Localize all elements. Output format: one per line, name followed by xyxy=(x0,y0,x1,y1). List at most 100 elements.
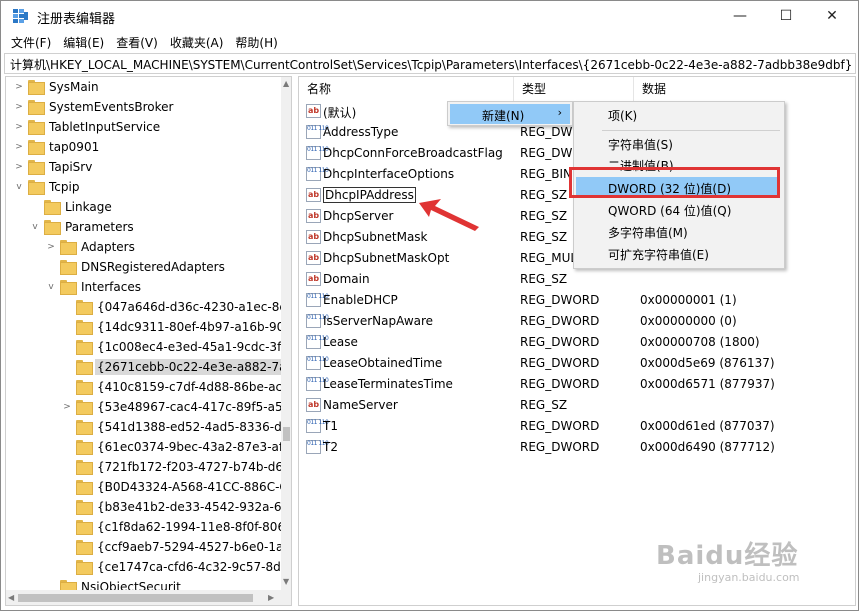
submenu-key[interactable]: 项(K) xyxy=(608,107,637,124)
tree-node[interactable]: v Interfaces xyxy=(6,277,281,297)
chevron-right-icon[interactable]: > xyxy=(14,142,24,152)
tree-node[interactable]: > SystemEventsBroker xyxy=(6,97,281,117)
tree-node[interactable]: {721fb172-f203-4727-b74b-d60 xyxy=(6,457,291,477)
tree-node[interactable]: > tap0901 xyxy=(6,137,281,157)
tree-node[interactable]: {61ec0374-9bec-43a2-87e3-afa xyxy=(6,437,290,457)
folder-icon xyxy=(28,160,45,175)
tree-node-label: TabletInputService xyxy=(49,120,161,134)
folder-icon xyxy=(76,360,93,375)
tree-node[interactable]: {2671cebb-0c22-4e3e-a882-7ad xyxy=(6,357,291,377)
folder-icon xyxy=(76,460,93,475)
string-icon: ab xyxy=(306,104,321,118)
chevron-down-icon[interactable]: v xyxy=(46,282,56,292)
tree-horizontal-scrollbar[interactable]: ◀ ▶ xyxy=(6,590,291,605)
value-row[interactable]: 011 110 Lease REG_DWORD 0x00000708 (1800) xyxy=(299,332,855,353)
tree-node[interactable]: {14dc9311-80ef-4b97-a16b-908 xyxy=(6,317,291,337)
scroll-up-icon[interactable]: ▲ xyxy=(283,79,289,88)
chevron-right-icon[interactable]: > xyxy=(14,122,24,132)
chevron-right-icon[interactable]: > xyxy=(62,402,72,412)
tree-node[interactable]: {c1f8da62-1994-11e8-8f0f-806 xyxy=(6,517,285,537)
value-row[interactable]: 011 110 T1 REG_DWORD 0x000d61ed (877037) xyxy=(299,416,855,437)
tree-node[interactable]: v Tcpip xyxy=(6,177,281,197)
chevron-down-icon[interactable]: v xyxy=(14,182,24,192)
tree-node[interactable]: > {53e48967-cac4-417c-89f5-a56 xyxy=(6,397,290,417)
scroll-right-icon[interactable]: ▶ xyxy=(268,593,274,602)
folder-icon xyxy=(44,220,61,235)
value-row[interactable]: 011 110 T2 REG_DWORD 0x000d6490 (877712) xyxy=(299,437,855,458)
tree-node[interactable]: {B0D43324-A568-41CC-886C-C xyxy=(6,477,288,497)
folder-icon xyxy=(28,140,45,155)
tree-node[interactable]: > SysMain xyxy=(6,77,281,97)
value-name: EnableDHCP xyxy=(323,293,398,307)
chevron-right-icon[interactable]: > xyxy=(14,162,24,172)
tree-node-label: {ce1747ca-cfd6-4c32-9c57-8d6 xyxy=(97,560,289,574)
tree-vscroll-thumb[interactable] xyxy=(283,427,290,441)
value-name: DhcpIPAddress xyxy=(323,187,416,203)
menu-view[interactable]: 查看(V) xyxy=(110,34,164,51)
submenu-qword-value[interactable]: QWORD (64 位)值(Q) xyxy=(608,202,731,219)
tree-node-label: {61ec0374-9bec-43a2-87e3-afa xyxy=(97,440,291,454)
tree-node-label: {1c008ec4-e3ed-45a1-9cdc-3fc xyxy=(97,340,288,354)
folder-icon xyxy=(76,440,93,455)
tree-node[interactable]: {410c8159-c7df-4d88-86be-ac2 xyxy=(6,377,290,397)
scroll-down-icon[interactable]: ▼ xyxy=(283,577,289,586)
value-name: IsServerNapAware xyxy=(323,314,434,328)
value-type: REG_SZ xyxy=(520,188,568,202)
value-name: T1 xyxy=(323,419,338,433)
tree-node[interactable]: > TabletInputService xyxy=(6,117,281,137)
menu-help[interactable]: 帮助(H) xyxy=(229,34,283,51)
value-type: REG_DWORD xyxy=(520,314,600,328)
tree-hscroll-thumb[interactable] xyxy=(18,594,253,602)
tree-node[interactable]: > Adapters xyxy=(6,237,281,257)
folder-icon xyxy=(28,80,45,95)
tree-node[interactable]: {ce1747ca-cfd6-4c32-9c57-8d6 xyxy=(6,557,288,577)
chevron-right-icon[interactable]: > xyxy=(14,102,24,112)
chevron-down-icon[interactable]: v xyxy=(30,222,40,232)
tree-node[interactable]: {b83e41b2-de33-4542-932a-6a xyxy=(6,497,289,517)
tree-node[interactable]: {ccf9aeb7-5294-4527-b6e0-1a6 xyxy=(6,537,291,557)
submenu-multi-string-value[interactable]: 多字符串值(M) xyxy=(608,224,688,241)
tree-node[interactable]: {047a646d-d36c-4230-a1ec-8c7 xyxy=(6,297,291,317)
tree-node[interactable]: > TapiSrv xyxy=(6,157,281,177)
value-name: LeaseObtainedTime xyxy=(323,356,443,370)
value-type: REG_SZ xyxy=(520,209,568,223)
value-name: Domain xyxy=(323,272,370,286)
value-row[interactable]: 011 110 IsServerNapAware REG_DWORD 0x000000… xyxy=(299,311,855,332)
window-title: 注册表编辑器 xyxy=(37,12,116,27)
value-row[interactable]: 011 110 LeaseObtainedTime REG_DWORD 0x000d5… xyxy=(299,353,855,374)
minimize-button[interactable]: — xyxy=(717,1,763,31)
menu-file[interactable]: 文件(F) xyxy=(1,34,57,51)
context-menu-new[interactable]: 新建(N) › xyxy=(450,104,570,124)
tree-node[interactable]: v Parameters xyxy=(6,217,281,237)
chevron-right-icon[interactable]: > xyxy=(14,82,24,92)
close-button[interactable]: ✕ xyxy=(809,1,855,31)
tree-node[interactable]: {1c008ec4-e3ed-45a1-9cdc-3fc xyxy=(6,337,288,357)
submenu-string-value[interactable]: 字符串值(S) xyxy=(608,136,673,153)
tree-node-label: DNSRegisteredAdapters xyxy=(81,260,225,274)
value-row[interactable]: ab Domain REG_SZ xyxy=(299,269,855,290)
menu-favorites[interactable]: 收藏夹(A) xyxy=(164,34,230,51)
chevron-right-icon[interactable]: > xyxy=(46,242,56,252)
tree-node-label: {410c8159-c7df-4d88-86be-ac2 xyxy=(97,380,290,394)
address-bar[interactable]: 计算机\HKEY_LOCAL_MACHINE\SYSTEM\CurrentCon… xyxy=(4,53,856,74)
folder-icon xyxy=(76,300,93,315)
binary-icon: 011 110 xyxy=(306,440,329,454)
tree-vertical-scrollbar[interactable]: ▲ ▼ xyxy=(281,77,291,590)
scroll-left-icon[interactable]: ◀ xyxy=(8,593,14,602)
column-header-data[interactable]: 数据 xyxy=(634,77,855,101)
column-header-name[interactable]: 名称 xyxy=(299,77,514,101)
context-menu: 新建(N) › xyxy=(447,101,573,126)
menu-edit[interactable]: 编辑(E) xyxy=(57,34,110,51)
value-row[interactable]: 011 110 EnableDHCP REG_DWORD 0x00000001 (1) xyxy=(299,290,855,311)
tree-node[interactable]: {541d1388-ed52-4ad5-8336-da xyxy=(6,417,289,437)
tree-node[interactable]: DNSRegisteredAdapters xyxy=(6,257,281,277)
tree-node-label: {047a646d-d36c-4230-a1ec-8c7 xyxy=(97,300,292,314)
title-bar: 注册表编辑器 — ☐ ✕ xyxy=(1,1,858,31)
submenu-expandable-string-value[interactable]: 可扩充字符串值(E) xyxy=(608,246,709,263)
column-header-type[interactable]: 类型 xyxy=(514,77,634,101)
value-row[interactable]: ab NameServer REG_SZ xyxy=(299,395,855,416)
maximize-button[interactable]: ☐ xyxy=(763,1,809,31)
value-data: 0x000d6571 (877937) xyxy=(640,377,775,391)
tree-node[interactable]: Linkage xyxy=(6,197,281,217)
value-row[interactable]: 011 110 LeaseTerminatesTime REG_DWORD 0x000… xyxy=(299,374,855,395)
